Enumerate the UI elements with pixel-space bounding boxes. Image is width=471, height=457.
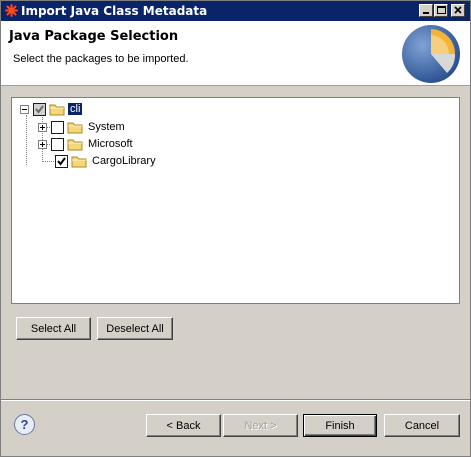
next-button[interactable]: Next > — [223, 414, 298, 437]
close-icon — [454, 6, 462, 14]
footer-separator — [1, 399, 470, 401]
microsoft-checkbox[interactable] — [51, 137, 64, 151]
cargolibrary-checkbox[interactable] — [55, 154, 68, 168]
tree-label-microsoft: Microsoft — [88, 138, 133, 150]
app-icon — [5, 4, 18, 17]
expand-icon[interactable] — [38, 122, 47, 132]
tree-node-cli[interactable]: cli — [20, 101, 83, 117]
tree-label-system: System — [88, 121, 125, 133]
deselect-all-button[interactable]: Deselect All — [97, 317, 173, 340]
tree-label-cli: cli — [68, 103, 83, 115]
folder-icon — [67, 122, 83, 133]
page-title: Java Package Selection — [9, 29, 179, 44]
help-icon[interactable]: ? — [14, 414, 35, 435]
cancel-button[interactable]: Cancel — [384, 414, 460, 437]
back-button[interactable]: < Back — [146, 414, 221, 437]
package-tree[interactable]: cli System Microsoft CargoLibrary — [11, 97, 460, 304]
tree-node-cargolibrary[interactable]: CargoLibrary — [51, 153, 158, 169]
system-checkbox[interactable] — [51, 120, 64, 134]
finish-button[interactable]: Finish — [303, 414, 377, 437]
tree-label-cargolibrary: CargoLibrary — [92, 155, 156, 167]
page-description: Select the packages to be imported. — [13, 53, 189, 65]
tree-node-microsoft[interactable]: Microsoft — [38, 136, 135, 152]
root-checkbox[interactable] — [33, 102, 46, 116]
minimize-icon — [423, 12, 429, 14]
maximize-button[interactable] — [434, 4, 448, 17]
minimize-button[interactable] — [419, 4, 433, 17]
folder-icon — [71, 156, 87, 167]
collapse-icon[interactable] — [20, 104, 29, 114]
select-all-button[interactable]: Select All — [16, 317, 91, 340]
title-bar[interactable]: Import Java Class Metadata — [1, 1, 470, 21]
wizard-banner-icon — [402, 25, 460, 83]
tree-node-system[interactable]: System — [38, 119, 127, 135]
check-icon — [35, 104, 44, 114]
folder-icon — [67, 139, 83, 150]
expand-icon[interactable] — [38, 139, 47, 149]
wizard-header: Java Package Selection Select the packag… — [1, 21, 470, 86]
folder-icon — [49, 104, 65, 115]
window-title: Import Java Class Metadata — [21, 4, 208, 18]
maximize-icon — [437, 6, 446, 14]
import-dialog: Import Java Class Metadata Java Package … — [0, 0, 471, 457]
tree-guide-line — [26, 115, 27, 165]
close-button[interactable] — [451, 4, 465, 17]
check-icon — [57, 156, 66, 166]
